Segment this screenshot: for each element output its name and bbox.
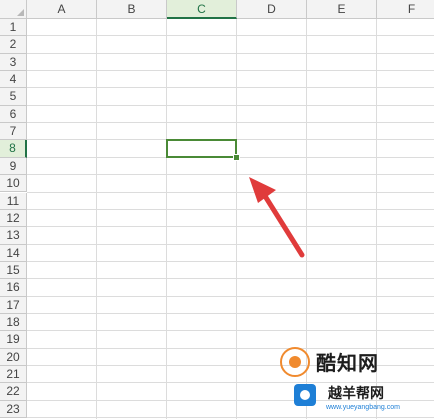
row-gridline <box>27 52 434 54</box>
row-gridline <box>27 174 434 176</box>
row-header-10[interactable]: 10 <box>0 175 27 193</box>
row-header-18[interactable]: 18 <box>0 313 27 332</box>
row-header-17[interactable]: 17 <box>0 296 27 314</box>
row-header-19[interactable]: 19 <box>0 331 27 349</box>
row-gridline <box>27 35 434 37</box>
row-header-21[interactable]: 21 <box>0 366 27 384</box>
watermark-subtitle: 越羊帮网 <box>328 385 384 401</box>
brand-logo-icon <box>280 347 310 377</box>
column-header-b[interactable]: B <box>97 0 167 19</box>
watermark-title: 酷知网 <box>316 353 379 375</box>
row-gridline <box>27 295 434 297</box>
column-gridline <box>236 19 237 419</box>
row-gridline <box>27 70 434 72</box>
row-header-3[interactable]: 3 <box>0 53 27 72</box>
row-header-2[interactable]: 2 <box>0 36 27 54</box>
row-gridline <box>27 243 434 245</box>
row-header-14[interactable]: 14 <box>0 244 27 262</box>
row-gridline <box>27 191 434 193</box>
column-header-a[interactable]: A <box>27 0 97 19</box>
row-header-5[interactable]: 5 <box>0 88 27 106</box>
row-gridline <box>27 87 434 89</box>
row-gridline <box>27 312 434 314</box>
row-gridline <box>27 226 434 228</box>
column-header-d[interactable]: D <box>237 0 307 19</box>
row-header-23[interactable]: 23 <box>0 400 27 419</box>
row-header-13[interactable]: 13 <box>0 227 27 245</box>
wifi-icon <box>294 384 316 406</box>
row-header-1[interactable]: 1 <box>0 19 27 37</box>
row-gridline <box>27 122 434 124</box>
row-header-12[interactable]: 12 <box>0 209 27 228</box>
row-header-22[interactable]: 22 <box>0 383 27 401</box>
row-header-4[interactable]: 4 <box>0 71 27 89</box>
row-gridline <box>27 330 434 332</box>
watermark-url: www.yueyangbang.com <box>326 404 400 411</box>
watermark: 酷知网 越羊帮网 www.yueyangbang.com <box>268 344 434 419</box>
row-header-9[interactable]: 9 <box>0 157 27 176</box>
row-header-11[interactable]: 11 <box>0 192 27 210</box>
row-header-8[interactable]: 8 <box>0 140 27 158</box>
row-gridline <box>27 208 434 210</box>
row-header-7[interactable]: 7 <box>0 123 27 141</box>
row-header-15[interactable]: 15 <box>0 261 27 280</box>
row-gridline <box>27 278 434 280</box>
row-header-20[interactable]: 20 <box>0 348 27 366</box>
column-header-e[interactable]: E <box>307 0 377 19</box>
row-gridline <box>27 104 434 106</box>
row-header-16[interactable]: 16 <box>0 279 27 297</box>
column-gridline <box>96 19 97 419</box>
row-header-6[interactable]: 6 <box>0 105 27 124</box>
column-header-f[interactable]: F <box>377 0 434 19</box>
select-all-corner[interactable] <box>0 0 27 19</box>
selected-cell-c8[interactable] <box>166 139 237 158</box>
row-gridline <box>27 260 434 262</box>
column-header-c[interactable]: C <box>167 0 237 19</box>
fill-handle[interactable] <box>233 153 240 161</box>
column-gridline <box>166 19 167 419</box>
